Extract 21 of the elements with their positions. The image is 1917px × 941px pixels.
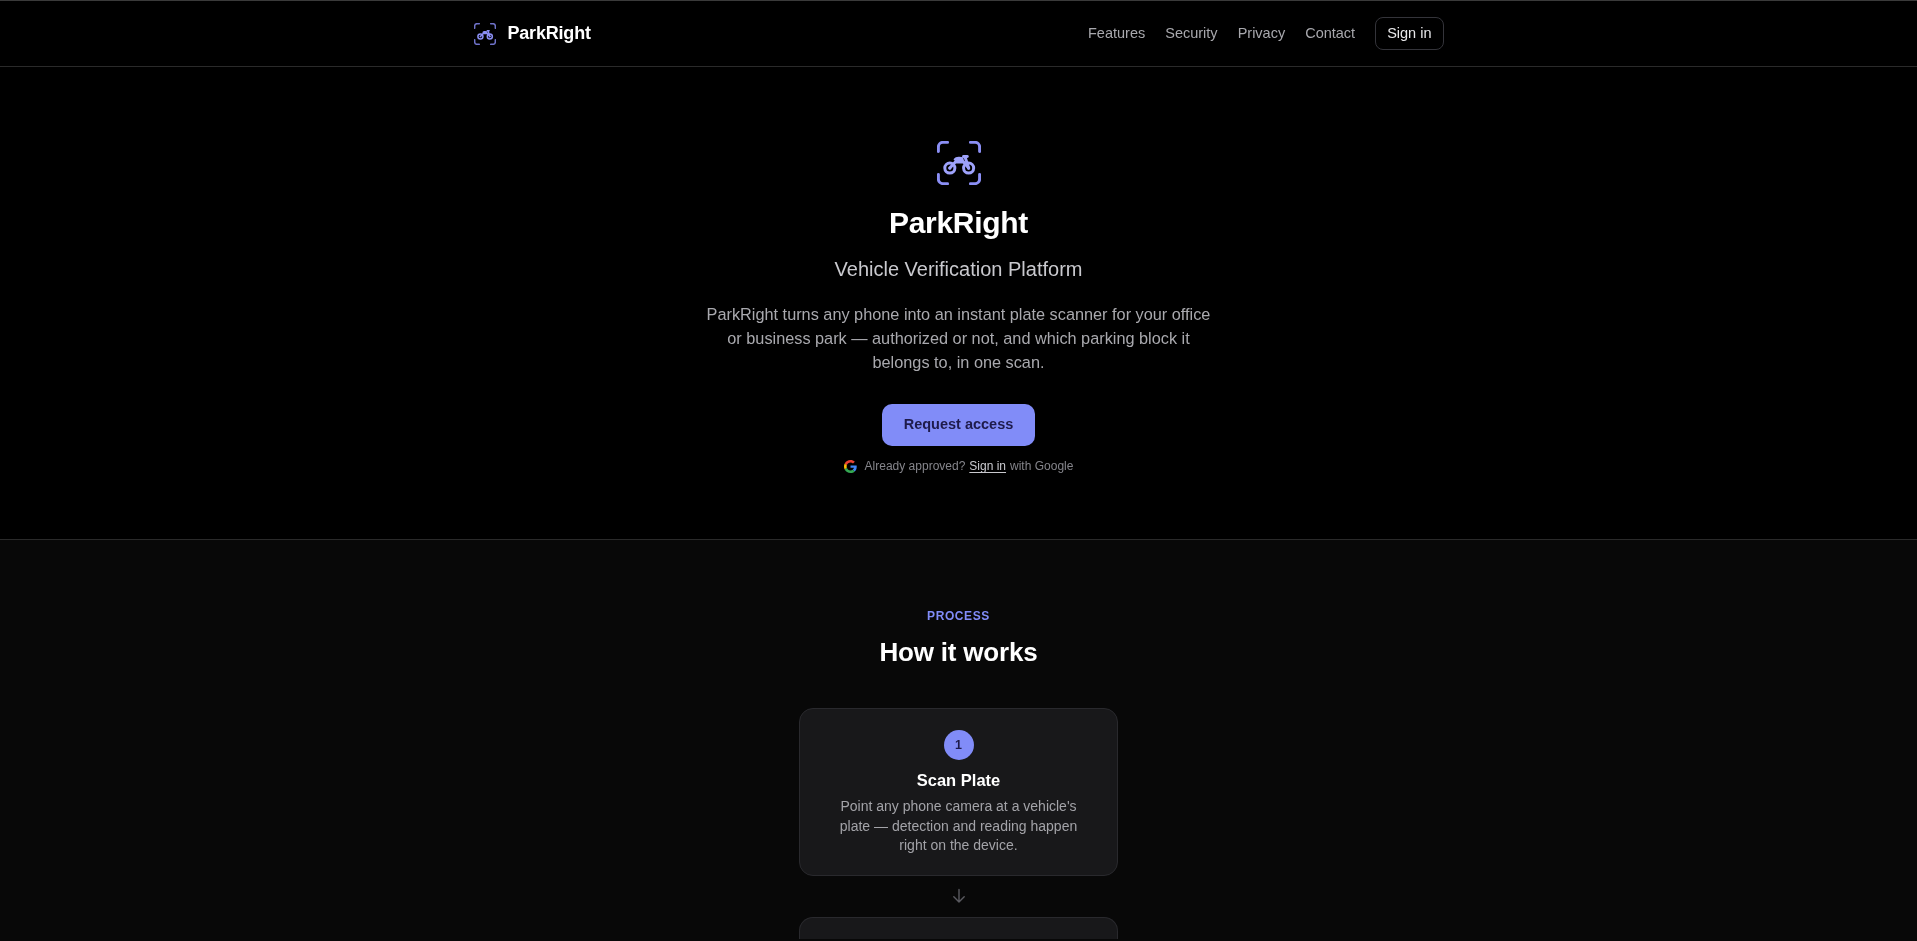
- sign-in-note: Already approved? Sign in with Google: [864, 458, 1074, 474]
- motorcycle-scan-icon: [473, 22, 496, 45]
- down-arrow-icon: [950, 887, 967, 904]
- nav-link[interactable]: Features: [1088, 22, 1146, 45]
- request-access-button[interactable]: Request access: [882, 404, 1035, 446]
- hero-title: ParkRight: [889, 205, 1028, 241]
- section-label: PROCESS: [927, 608, 990, 624]
- nav-link[interactable]: Contact: [1305, 22, 1356, 45]
- motorcycle-scan-icon: [936, 141, 981, 185]
- google-icon: [843, 459, 857, 473]
- sign-in-link[interactable]: Sign in: [969, 459, 1007, 473]
- nav-link[interactable]: Privacy: [1237, 22, 1286, 45]
- step-number: 1: [943, 730, 974, 760]
- step-title: Scan Plate: [916, 770, 1001, 790]
- brand-name[interactable]: ParkRight: [507, 20, 591, 47]
- section-heading: How it works: [879, 636, 1038, 668]
- sign-in-button[interactable]: Sign in: [1375, 17, 1444, 50]
- hero-subtitle: Vehicle Verification Platform: [834, 257, 1083, 281]
- nav-link[interactable]: Security: [1165, 22, 1218, 45]
- step-description: Point any phone camera at a vehicle's plate — detection and reading happen right on the device.: [838, 797, 1079, 855]
- hero-description: ParkRight turns any phone into an instant plate scanner for your office or business park — authorized or not, and which parking block it belongs to, in one scan.: [705, 304, 1212, 373]
